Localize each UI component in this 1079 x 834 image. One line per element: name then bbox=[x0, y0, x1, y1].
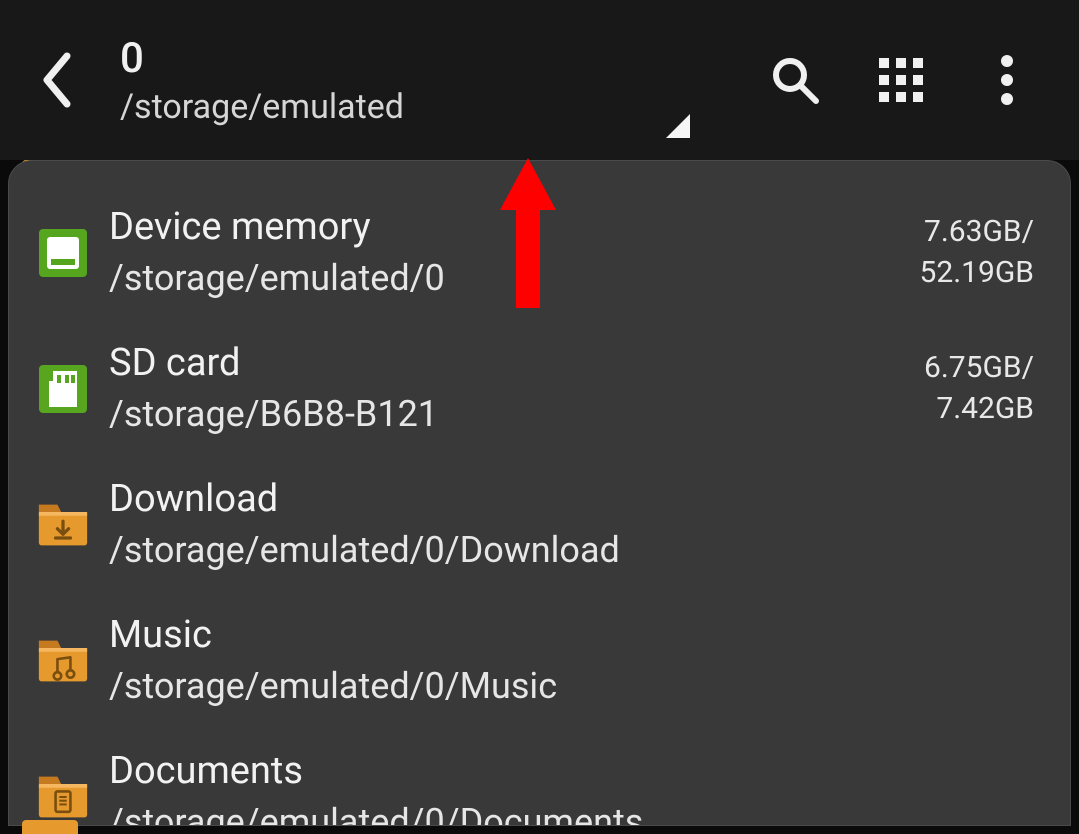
device-memory-icon bbox=[37, 227, 89, 279]
storage-dropdown-panel: Device memory /storage/emulated/0 7.63GB… bbox=[8, 160, 1071, 826]
storage-item-text: Documents /storage/emulated/0/Documents bbox=[109, 747, 1042, 826]
storage-item-path: /storage/emulated/0 bbox=[109, 254, 900, 303]
storage-item-text: Download /storage/emulated/0/Download bbox=[109, 475, 1042, 575]
storage-item-size: 7.63GB/ 52.19GB bbox=[920, 212, 1042, 293]
folder-documents-icon bbox=[37, 771, 89, 823]
overflow-menu-button[interactable] bbox=[979, 52, 1035, 108]
path-dropdown[interactable]: 0 /storage/emulated bbox=[120, 34, 404, 127]
storage-total: 52.19GB bbox=[920, 253, 1034, 294]
storage-item-text: Device memory /storage/emulated/0 bbox=[109, 203, 900, 303]
app-toolbar: 0 /storage/emulated bbox=[0, 0, 1079, 160]
storage-used: 7.63GB/ bbox=[924, 212, 1034, 253]
storage-item-title: Device memory bbox=[109, 203, 900, 252]
storage-item-text: SD card /storage/B6B8-B121 bbox=[109, 339, 904, 439]
search-icon bbox=[770, 55, 820, 105]
storage-item-device-memory[interactable]: Device memory /storage/emulated/0 7.63GB… bbox=[29, 185, 1050, 321]
storage-item-path: /storage/emulated/0/Download bbox=[109, 526, 1042, 575]
storage-item-path: /storage/emulated/0/Documents bbox=[109, 798, 1042, 826]
dropdown-indicator-icon bbox=[666, 114, 690, 138]
search-button[interactable] bbox=[767, 52, 823, 108]
storage-item-title: SD card bbox=[109, 339, 904, 388]
storage-used: 6.75GB/ bbox=[924, 348, 1034, 389]
storage-item-title: Download bbox=[109, 475, 1042, 524]
storage-item-sd-card[interactable]: SD card /storage/B6B8-B121 6.75GB/ 7.42G… bbox=[29, 321, 1050, 457]
grid-view-button[interactable] bbox=[873, 52, 929, 108]
more-vert-icon bbox=[1000, 54, 1014, 106]
storage-total: 7.42GB bbox=[936, 389, 1034, 430]
toolbar-actions bbox=[767, 52, 1035, 108]
current-folder-title: 0 bbox=[120, 34, 404, 83]
storage-item-documents[interactable]: Documents /storage/emulated/0/Documents bbox=[29, 729, 1050, 826]
storage-item-title: Music bbox=[109, 611, 1042, 660]
background-folder-peek-bottom bbox=[22, 820, 78, 834]
grid-icon bbox=[877, 56, 925, 104]
storage-item-size: 6.75GB/ 7.42GB bbox=[924, 348, 1042, 429]
storage-item-download[interactable]: Download /storage/emulated/0/Download bbox=[29, 457, 1050, 593]
current-folder-path: /storage/emulated bbox=[120, 87, 404, 127]
back-icon bbox=[39, 52, 73, 108]
storage-item-path: /storage/B6B8-B121 bbox=[109, 390, 904, 439]
sd-card-icon bbox=[37, 363, 89, 415]
storage-item-path: /storage/emulated/0/Music bbox=[109, 662, 1042, 711]
storage-item-music[interactable]: Music /storage/emulated/0/Music bbox=[29, 593, 1050, 729]
back-button[interactable] bbox=[16, 40, 96, 120]
storage-item-text: Music /storage/emulated/0/Music bbox=[109, 611, 1042, 711]
storage-item-title: Documents bbox=[109, 747, 1042, 796]
folder-download-icon bbox=[37, 499, 89, 551]
folder-music-icon bbox=[37, 635, 89, 687]
